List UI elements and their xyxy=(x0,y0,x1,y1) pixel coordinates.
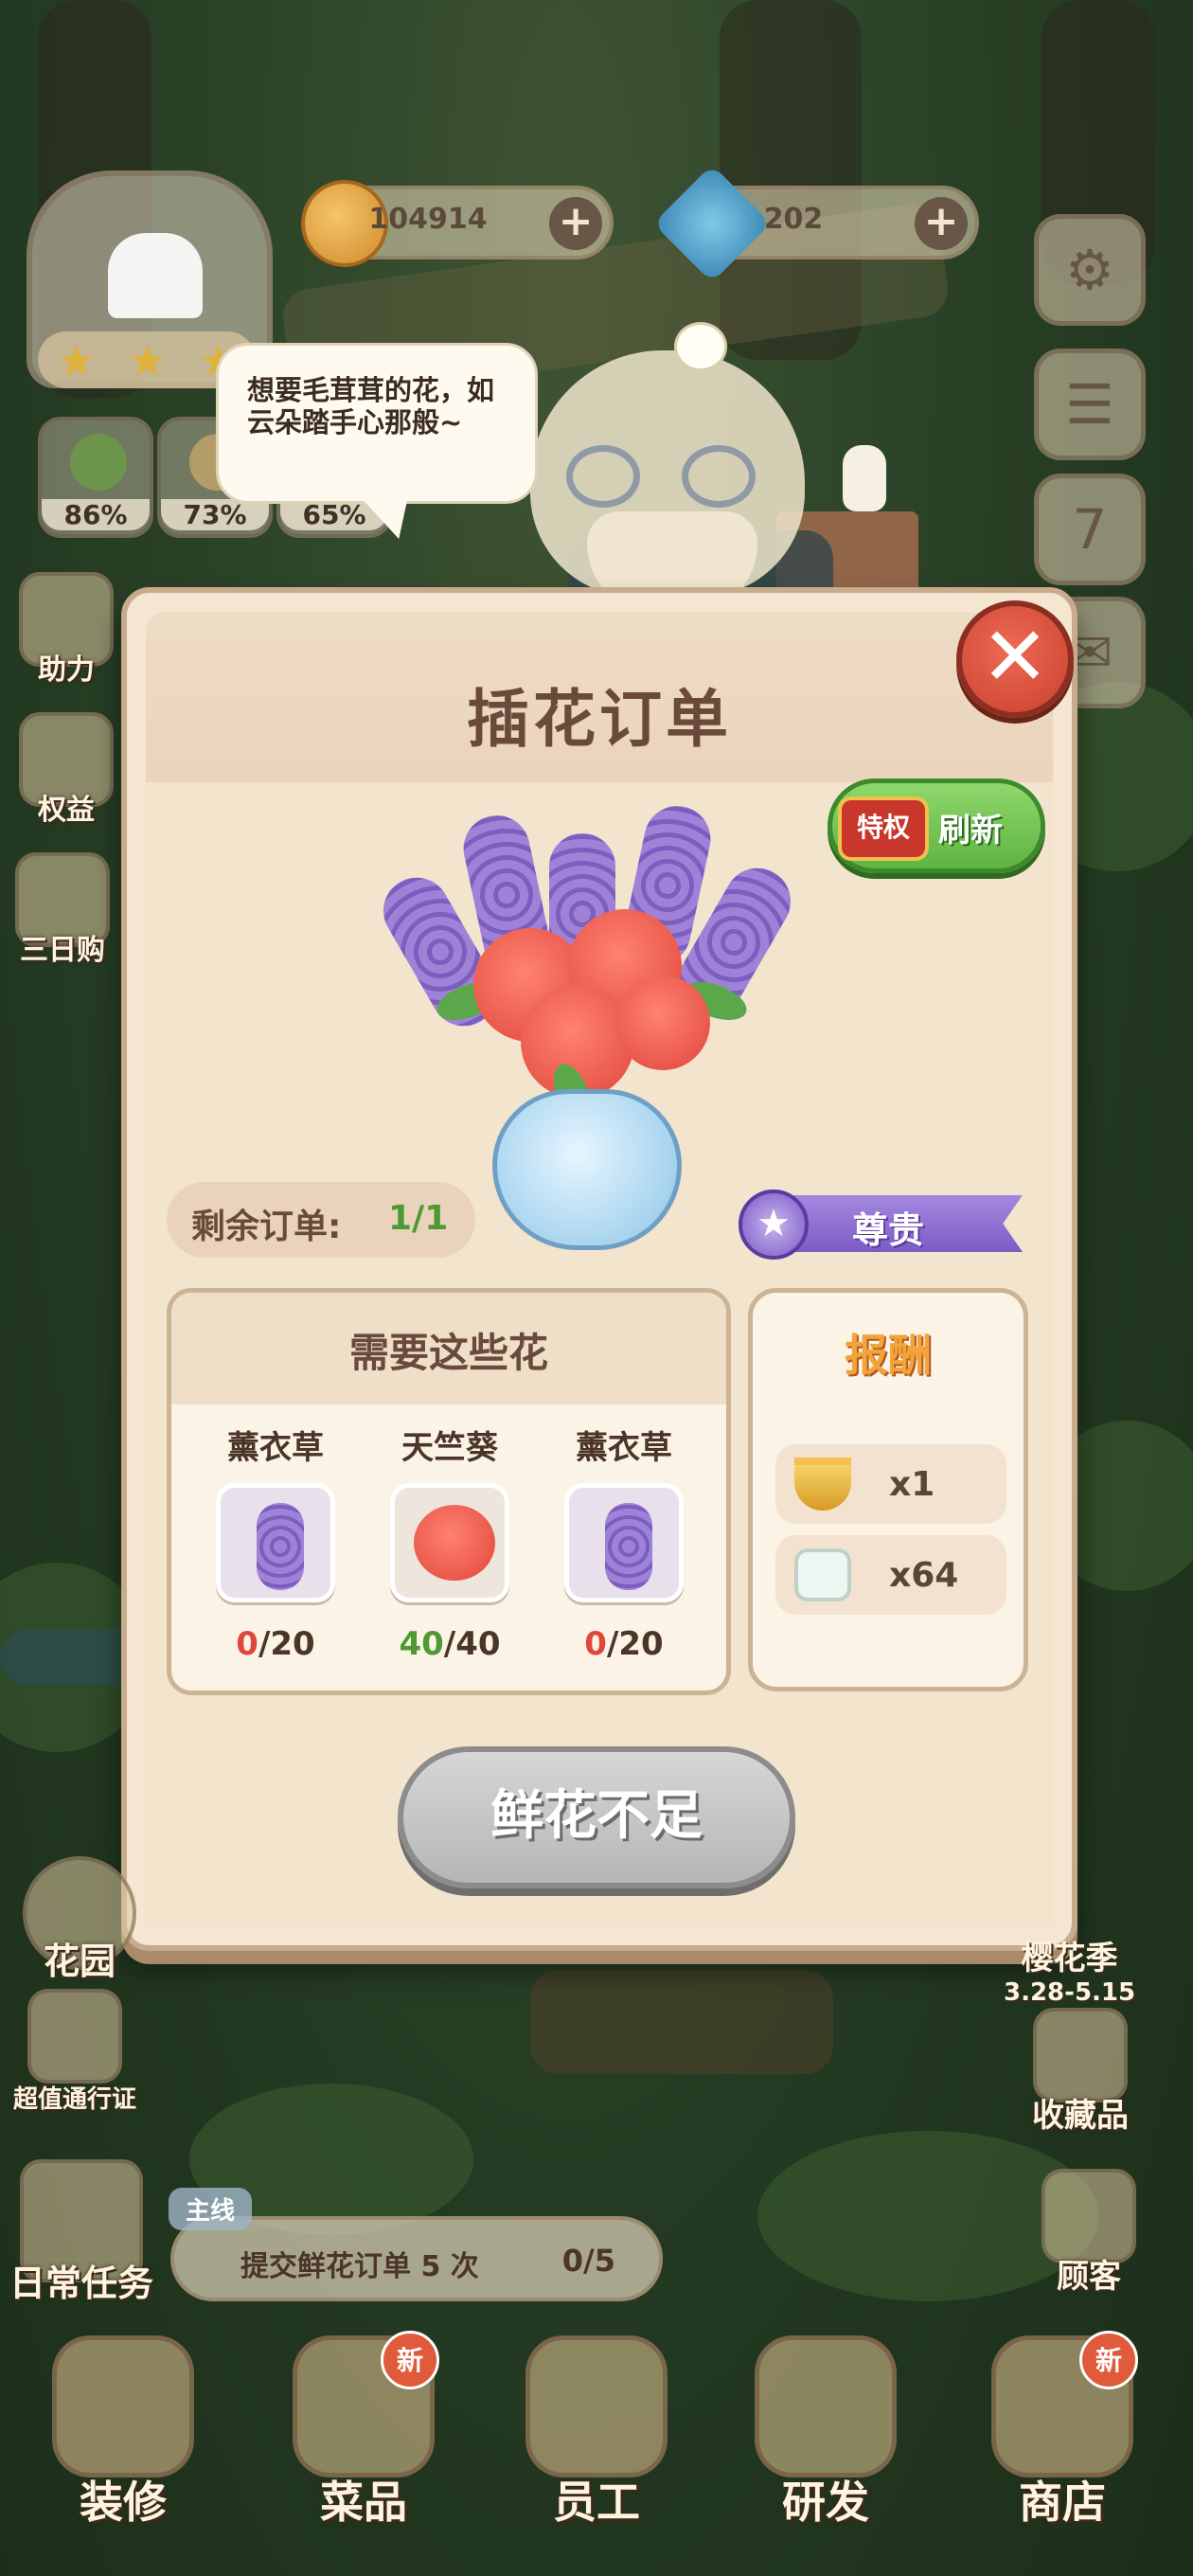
nav-shop[interactable]: 新 商店 xyxy=(968,2331,1157,2531)
glass-vase xyxy=(492,1089,682,1250)
remaining-orders: 剩余订单: 1/1 xyxy=(167,1182,475,1258)
reward-item: x1 xyxy=(775,1444,1006,1524)
cooking-pot-icon xyxy=(755,2335,897,2478)
coin-counter: 104914 + xyxy=(301,180,614,267)
glasses-icon xyxy=(559,445,786,511)
flower-name: 薰衣草 xyxy=(576,1429,672,1467)
reward-title: 报酬 xyxy=(845,1330,932,1381)
garden-button[interactable]: 花园 xyxy=(23,1856,136,1984)
flower-need-count: /40 xyxy=(443,1625,501,1663)
collection-icon xyxy=(1033,2008,1128,2102)
paint-roller-icon xyxy=(52,2335,194,2478)
customer-book-icon xyxy=(1042,2169,1136,2263)
required-flower-item[interactable]: 薰衣草 0/20 xyxy=(200,1422,351,1663)
required-flowers-title: 需要这些花 xyxy=(348,1330,548,1376)
shop-stall-icon: 新 xyxy=(991,2331,1138,2478)
panel-header: 插花订单 xyxy=(146,612,1053,782)
privilege-crown-badge: 特权 xyxy=(838,796,929,861)
npc-speech-bubble: 想要毛茸茸的花，如云朵踏手心那般~ xyxy=(216,343,538,504)
close-icon: ✕ xyxy=(980,610,1050,705)
calendar-icon: 7 xyxy=(1072,497,1108,562)
reward-box: 报酬 x1 x64 xyxy=(748,1288,1028,1691)
star-medal-icon: ★ xyxy=(739,1190,809,1260)
reward-amount: x1 xyxy=(889,1465,935,1504)
flower-have-count: 0 xyxy=(236,1625,258,1663)
flower-name: 天竺葵 xyxy=(401,1429,498,1467)
refresh-label: 刷新 xyxy=(938,812,1003,850)
add-gems-button[interactable]: + xyxy=(915,197,968,250)
nav-dishes[interactable]: 新 菜品 xyxy=(269,2331,458,2531)
season-event-button[interactable]: 樱花季 3.28-5.15 xyxy=(1004,1932,1135,2007)
daily-tasks-button[interactable]: 日常任务 xyxy=(9,2159,153,2306)
nav-staff[interactable]: 员工 xyxy=(502,2335,691,2531)
flower-vase-decor xyxy=(843,445,886,511)
nav-research[interactable]: 研发 xyxy=(731,2335,920,2531)
fork-spoon-icon: 新 xyxy=(293,2331,439,2478)
submit-label: 鲜花不足 xyxy=(490,1785,703,1847)
coin-amount: 104914 xyxy=(368,203,488,236)
staff-badge-icon xyxy=(525,2335,668,2478)
lavender-icon xyxy=(564,1483,684,1602)
season-name: 樱花季 xyxy=(1021,1940,1118,1977)
main-quest-bar[interactable]: 主线 提交鲜花订单 5 次 0/5 xyxy=(169,2188,663,2301)
flower-have-count: 0 xyxy=(584,1625,607,1663)
refresh-order-button[interactable]: 特权 刷新 xyxy=(828,778,1045,873)
chef-hat-icon xyxy=(108,233,203,318)
gear-icon: ⚙ xyxy=(1065,238,1114,302)
three-day-pack-button[interactable]: 三日购 xyxy=(15,852,110,968)
list-icon: ☰ xyxy=(1065,372,1114,437)
star-icon: ★ xyxy=(128,335,168,386)
gem-amount: 202 xyxy=(763,203,824,236)
collection-button[interactable]: 收藏品 xyxy=(1032,2008,1129,2136)
stat-value: 86% xyxy=(42,499,150,530)
rank-label: 尊贵 xyxy=(852,1209,925,1251)
add-coins-button[interactable]: + xyxy=(549,197,602,250)
new-badge: 新 xyxy=(1079,2331,1138,2389)
settings-button[interactable]: ⚙ xyxy=(1034,214,1146,326)
stat-freshness: 86% xyxy=(38,417,153,538)
new-badge: 新 xyxy=(381,2331,439,2389)
submit-order-button-disabled[interactable]: 鲜花不足 xyxy=(398,1746,795,1888)
seed-jar-icon xyxy=(794,1548,851,1601)
required-flowers-box: 需要这些花 薰衣草 0/20 天竺葵 40/40 薰衣草 0/20 xyxy=(167,1288,731,1695)
required-flower-item[interactable]: 薰衣草 0/20 xyxy=(548,1422,700,1663)
leaf-icon xyxy=(70,434,127,491)
quest-text: 提交鲜花订单 5 次 xyxy=(240,2250,479,2283)
remaining-orders-value: 1/1 xyxy=(388,1199,449,1238)
customer-rank-badge: ★ 尊贵 xyxy=(739,1190,1023,1260)
customers-button[interactable]: 顾客 xyxy=(1042,2169,1136,2297)
dog-mascot-icon xyxy=(27,1989,122,2084)
battle-pass-button[interactable]: 超值通行证 xyxy=(13,1989,136,2115)
required-flower-item[interactable]: 天竺葵 40/40 xyxy=(374,1422,525,1663)
npc-speech-text: 想要毛茸茸的花，如云朵踏手心那般~ xyxy=(247,374,495,438)
season-dates: 3.28-5.15 xyxy=(1004,1978,1136,2007)
flower-name: 薰衣草 xyxy=(227,1429,324,1467)
menu-list-button[interactable]: ☰ xyxy=(1034,349,1146,460)
nav-decorate[interactable]: 装修 xyxy=(28,2335,218,2531)
calendar-button[interactable]: 7 xyxy=(1034,474,1146,585)
lavender-icon xyxy=(216,1483,335,1602)
bird-icon xyxy=(674,322,727,371)
rights-button[interactable]: 权益 xyxy=(19,712,114,828)
star-icon: ★ xyxy=(57,335,97,386)
close-button[interactable]: ✕ xyxy=(956,600,1074,718)
panel-title: 插花订单 xyxy=(467,683,732,756)
golden-bowl-icon xyxy=(794,1458,851,1511)
help-button[interactable]: 助力 xyxy=(19,572,114,688)
quest-progress: 0/5 xyxy=(561,2243,615,2279)
flower-need-count: /20 xyxy=(258,1625,315,1663)
gem-counter: 202 + xyxy=(652,164,979,283)
reward-item: x64 xyxy=(775,1535,1006,1615)
flower-need-count: /20 xyxy=(606,1625,664,1663)
reward-amount: x64 xyxy=(889,1556,959,1595)
quest-tag: 主线 xyxy=(169,2188,253,2230)
flower-have-count: 40 xyxy=(399,1625,444,1663)
geranium-icon xyxy=(390,1483,509,1602)
